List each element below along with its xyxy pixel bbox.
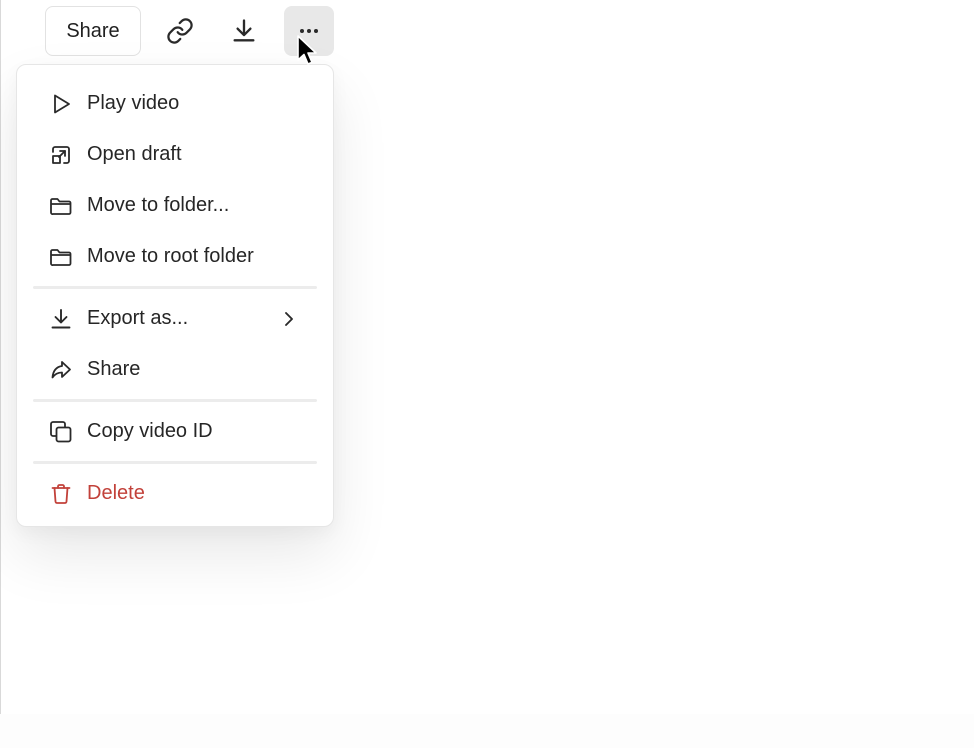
folder-icon: [48, 193, 74, 219]
share-icon: [48, 357, 74, 383]
menu-divider: [33, 286, 317, 289]
open-draft-icon: [48, 142, 74, 168]
share-button[interactable]: Share: [45, 6, 141, 56]
more-horizontal-icon: [297, 27, 321, 35]
menu-item-move-to-root-folder[interactable]: Move to root folder: [17, 231, 333, 282]
more-options-button[interactable]: [284, 6, 334, 56]
menu-item-label: Play video: [87, 92, 180, 114]
link-icon: [166, 17, 194, 45]
menu-divider: [33, 399, 317, 402]
play-icon: [48, 91, 74, 117]
menu-item-share[interactable]: Share: [17, 344, 333, 395]
menu-item-copy-video-id[interactable]: Copy video ID: [17, 406, 333, 457]
share-button-label: Share: [66, 19, 120, 42]
folder-icon: [48, 244, 74, 270]
menu-item-label: Move to root folder: [87, 245, 254, 267]
menu-item-label: Open draft: [87, 143, 182, 165]
chevron-right-icon: [279, 306, 299, 332]
menu-divider: [33, 461, 317, 464]
menu-item-move-to-folder[interactable]: Move to folder...: [17, 180, 333, 231]
menu-item-label: Share: [87, 358, 141, 380]
menu-item-label: Delete: [87, 482, 145, 504]
download-icon: [48, 306, 74, 332]
download-button[interactable]: [219, 6, 269, 56]
menu-item-open-draft[interactable]: Open draft: [17, 129, 333, 180]
bottom-strip: [0, 714, 974, 748]
left-border: [0, 0, 1, 714]
menu-item-label: Export as...: [87, 307, 189, 329]
copy-icon: [48, 419, 74, 445]
menu-item-export-as[interactable]: Export as...: [17, 293, 333, 344]
download-icon: [230, 17, 258, 45]
menu-item-play-video[interactable]: Play video: [17, 78, 333, 129]
menu-item-delete[interactable]: Delete: [17, 468, 333, 519]
menu-item-label: Move to folder...: [87, 194, 230, 216]
trash-icon: [48, 481, 74, 507]
copy-link-button[interactable]: [155, 6, 205, 56]
page: Share Play video Open draft Move to fold…: [0, 0, 974, 748]
menu-item-label: Copy video ID: [87, 420, 213, 442]
more-options-menu: Play video Open draft Move to folder... …: [16, 64, 334, 527]
